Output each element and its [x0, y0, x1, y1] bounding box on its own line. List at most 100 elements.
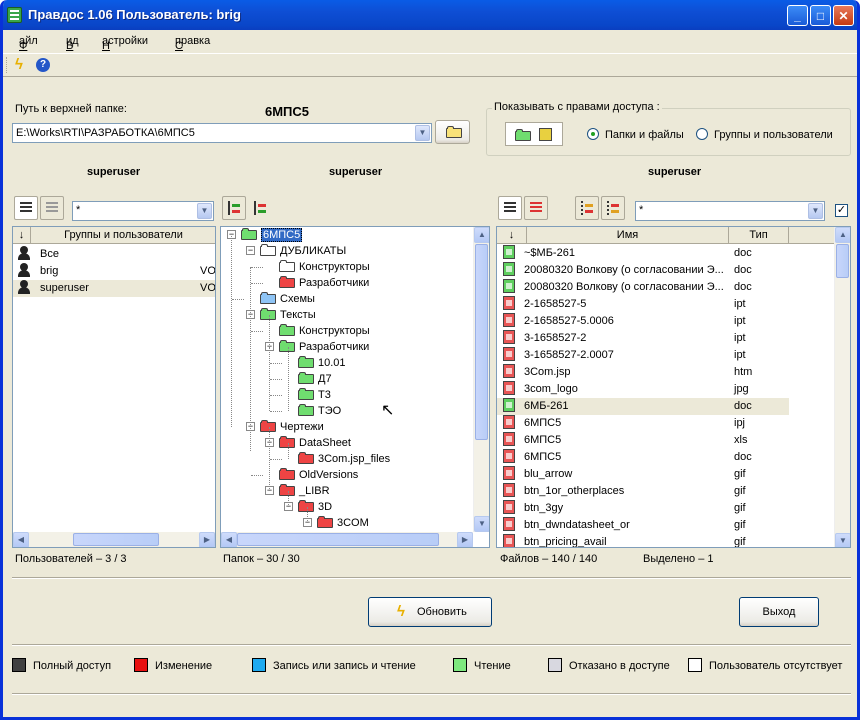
tree-node[interactable]: 3D: [298, 499, 332, 515]
scroll-right-icon[interactable]: ▶: [457, 532, 473, 547]
tree-node[interactable]: Конструкторы: [279, 259, 370, 275]
scroll-thumb[interactable]: [836, 244, 849, 278]
tree-node[interactable]: Разработчики: [279, 339, 369, 355]
scroll-up-icon[interactable]: ▲: [474, 227, 489, 243]
tree-toggle[interactable]: −: [246, 246, 255, 255]
scroll-down-icon[interactable]: ▼: [835, 533, 850, 547]
file-name: btn_3gy: [524, 502, 564, 514]
details-view-button[interactable]: [40, 196, 64, 220]
exit-button[interactable]: Выход: [739, 597, 819, 627]
file-row[interactable]: 3com_logo jpg: [497, 381, 789, 398]
chevron-down-icon[interactable]: ▼: [808, 203, 823, 219]
user-row[interactable]: brig VO: [13, 263, 215, 280]
menu-file[interactable]: Файл: [19, 35, 38, 52]
name-column-header[interactable]: Имя: [527, 227, 729, 244]
files-sort-arrow[interactable]: ↓: [497, 227, 527, 244]
folder-icon: [279, 468, 295, 480]
tree-node[interactable]: Схемы: [260, 291, 315, 307]
file-row[interactable]: 6МПС5 xls: [497, 432, 789, 449]
user-row[interactable]: superuser VO: [13, 280, 215, 297]
radio-files-folders[interactable]: Папки и файлы: [587, 128, 684, 141]
file-row[interactable]: 20080320 Волкову (о согласовании Э... doc: [497, 279, 789, 296]
file-row[interactable]: btn_3gy gif: [497, 500, 789, 517]
close-button[interactable]: ✕: [833, 5, 854, 26]
tree-node[interactable]: DataSheet: [279, 435, 351, 451]
scroll-down-icon[interactable]: ▼: [474, 516, 489, 532]
scroll-thumb[interactable]: [73, 533, 159, 546]
menu-help[interactable]: Справка: [175, 35, 210, 52]
file-icon: [503, 432, 515, 446]
help-icon[interactable]: ?: [36, 58, 50, 72]
file-row[interactable]: ~$МБ-261 doc: [497, 245, 789, 262]
details-view-icon: [46, 202, 58, 214]
file-row[interactable]: btn_dwndatasheet_or gif: [497, 517, 789, 534]
users-hscroll[interactable]: ◀ ▶: [13, 532, 215, 547]
lightning-icon[interactable]: ϟ: [15, 56, 23, 73]
tree-expand-button[interactable]: [222, 196, 246, 220]
file-row[interactable]: btn_pricing_avail gif: [497, 534, 789, 548]
sort-arrow[interactable]: ↓: [13, 227, 31, 244]
scroll-up-icon[interactable]: ▲: [835, 227, 850, 243]
type-column-header[interactable]: Тип: [729, 227, 789, 244]
scroll-right-icon[interactable]: ▶: [199, 532, 215, 547]
tree-node[interactable]: OldVersions: [279, 467, 358, 483]
file-row[interactable]: 6МПС5 ipj: [497, 415, 789, 432]
file-icon: [503, 347, 515, 361]
tree-node-label: 3COM: [337, 517, 369, 529]
tree-node[interactable]: 6МПС5: [241, 227, 303, 243]
file-row[interactable]: 2-1658527-5.0006 ipt: [497, 313, 789, 330]
chevron-down-icon[interactable]: ▼: [197, 203, 212, 219]
sort-files-button[interactable]: [601, 196, 625, 220]
tree-node[interactable]: Т3: [298, 387, 331, 403]
tree-collapse-button[interactable]: [248, 196, 272, 220]
file-row[interactable]: blu_arrow gif: [497, 466, 789, 483]
tree-node[interactable]: Конструкторы: [279, 323, 370, 339]
files-checkbox[interactable]: ✓: [835, 204, 848, 217]
minimize-button[interactable]: _: [787, 5, 808, 26]
refresh-button[interactable]: ϟ Обновить: [368, 597, 492, 627]
scroll-thumb[interactable]: [475, 244, 488, 440]
left-filter-combo[interactable]: * ▼: [72, 201, 214, 221]
title-bar[interactable]: Правдос 1.06 Пользователь: brig _ □ ✕: [3, 0, 857, 30]
tree-node[interactable]: _LIBR: [279, 483, 330, 499]
tree-node[interactable]: 3Com.jsp_files: [298, 451, 390, 467]
user-row[interactable]: Все: [13, 246, 215, 263]
file-row[interactable]: 3Com.jsp htm: [497, 364, 789, 381]
groups-users-column-header[interactable]: Группы и пользователи: [31, 227, 215, 244]
files-vscroll[interactable]: ▲ ▼: [834, 227, 850, 547]
radio-groups-users-dot[interactable]: [696, 128, 708, 140]
scroll-left-icon[interactable]: ◀: [221, 532, 237, 547]
file-row[interactable]: btn_1or_otherplaces gif: [497, 483, 789, 500]
scroll-thumb[interactable]: [237, 533, 439, 546]
tree-node[interactable]: ДУБЛИКАТЫ: [260, 243, 346, 259]
menu-view[interactable]: Вид: [66, 35, 79, 52]
show-subfolders-button[interactable]: [575, 196, 599, 220]
tree-node[interactable]: 10.01: [298, 355, 346, 371]
file-row[interactable]: 3-1658527-2.0007 ipt: [497, 347, 789, 364]
tree-node[interactable]: ТЭО: [298, 403, 341, 419]
files-list-view-button[interactable]: [498, 196, 522, 220]
file-row[interactable]: 2-1658527-5 ipt: [497, 296, 789, 313]
files-filter-combo[interactable]: * ▼: [635, 201, 825, 221]
menu-settings[interactable]: Настройки: [102, 35, 148, 52]
maximize-button[interactable]: □: [810, 5, 831, 26]
file-row[interactable]: 6МПС5 doc: [497, 449, 789, 466]
file-row[interactable]: 20080320 Волкову (о согласовании Э... doc: [497, 262, 789, 279]
scroll-left-icon[interactable]: ◀: [13, 532, 29, 547]
tree-vscroll[interactable]: ▲ ▼: [473, 227, 489, 532]
browse-folder-button[interactable]: [435, 120, 470, 144]
file-row[interactable]: 6МБ-261 doc: [497, 398, 789, 415]
tree-hscroll[interactable]: ◀ ▶: [221, 532, 473, 547]
radio-groups-users[interactable]: Группы и пользователи: [696, 128, 833, 141]
path-combo[interactable]: E:\Works\RTI\РАЗРАБОТКА\6МПС5 ▼: [12, 123, 432, 143]
tree-node[interactable]: 3COM: [317, 515, 369, 531]
mid-user-heading: superuser: [329, 166, 383, 178]
file-row[interactable]: 3-1658527-2 ipt: [497, 330, 789, 347]
list-view-button[interactable]: [14, 196, 38, 220]
radio-files-folders-dot[interactable]: [587, 128, 599, 140]
tree-node[interactable]: Д7: [298, 371, 332, 387]
file-type: gif: [734, 536, 746, 548]
files-details-view-button[interactable]: [524, 196, 548, 220]
tree-node[interactable]: Разработчики: [279, 275, 369, 291]
chevron-down-icon[interactable]: ▼: [415, 125, 430, 141]
